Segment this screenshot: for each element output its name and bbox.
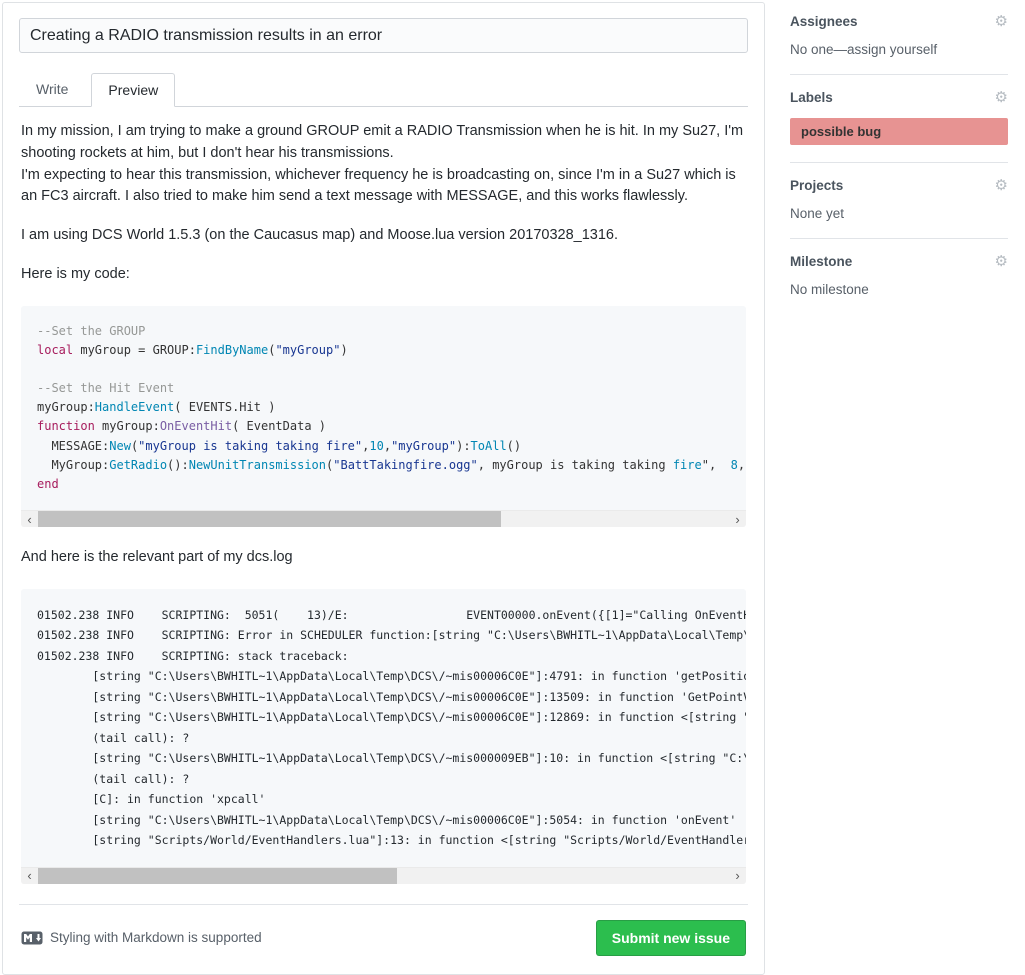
preview-body: In my mission, I am trying to make a gro… bbox=[19, 107, 748, 884]
assignees-title: Assignees bbox=[790, 14, 858, 29]
sidebar-section-projects: Projects ⚙ None yet bbox=[790, 178, 1008, 239]
markdown-note-label: Styling with Markdown is supported bbox=[50, 930, 262, 945]
preview-paragraphs: In my mission, I am trying to make a gro… bbox=[21, 121, 746, 286]
issue-title-input[interactable] bbox=[19, 18, 748, 53]
log-block: 01502.238 INFO SCRIPTING: 5051( 13)/E: E… bbox=[21, 589, 746, 884]
form-footer: Styling with Markdown is supported Submi… bbox=[19, 904, 748, 962]
code-content: --Set the GROUPlocal myGroup = GROUP:Fin… bbox=[21, 306, 746, 511]
projects-title: Projects bbox=[790, 178, 843, 193]
labels-title: Labels bbox=[790, 90, 833, 105]
tab-preview[interactable]: Preview bbox=[91, 73, 175, 107]
scroll-right-icon[interactable]: › bbox=[729, 511, 746, 527]
code-block: --Set the GROUPlocal myGroup = GROUP:Fin… bbox=[21, 306, 746, 528]
gear-icon[interactable]: ⚙ bbox=[995, 14, 1008, 29]
code-scroll-track[interactable] bbox=[38, 511, 729, 527]
paragraph: In my mission, I am trying to make a gro… bbox=[21, 121, 746, 208]
write-preview-tabnav: Write Preview bbox=[19, 72, 748, 107]
code-horizontal-scrollbar[interactable]: ‹ › bbox=[21, 510, 746, 527]
paragraph: Here is my code: bbox=[21, 264, 746, 286]
milestone-title: Milestone bbox=[790, 254, 852, 269]
gear-icon[interactable]: ⚙ bbox=[995, 254, 1008, 269]
projects-value: None yet bbox=[790, 206, 1008, 221]
gear-icon[interactable]: ⚙ bbox=[995, 178, 1008, 193]
sidebar-section-labels: Labels ⚙ possible bug bbox=[790, 90, 1008, 163]
gear-icon[interactable]: ⚙ bbox=[995, 90, 1008, 105]
paragraph: I am using DCS World 1.5.3 (on the Cauca… bbox=[21, 225, 746, 247]
sidebar-section-assignees: Assignees ⚙ No one—assign yourself bbox=[790, 14, 1008, 75]
log-scroll-track[interactable] bbox=[38, 868, 729, 884]
log-intro-text: And here is the relevant part of my dcs.… bbox=[21, 547, 746, 569]
markdown-support-link[interactable]: Styling with Markdown is supported bbox=[21, 930, 262, 945]
submit-new-issue-button[interactable]: Submit new issue bbox=[596, 920, 746, 956]
markdown-icon bbox=[21, 931, 43, 945]
scroll-left-icon[interactable]: ‹ bbox=[21, 511, 38, 527]
code-scroll-thumb[interactable] bbox=[38, 511, 501, 527]
log-content: 01502.238 INFO SCRIPTING: 5051( 13)/E: E… bbox=[21, 589, 746, 867]
tab-write[interactable]: Write bbox=[19, 72, 85, 106]
label-chip-possible-bug[interactable]: possible bug bbox=[790, 118, 1008, 145]
sidebar-section-milestone: Milestone ⚙ No milestone bbox=[790, 254, 1008, 314]
milestone-value: No milestone bbox=[790, 282, 1008, 297]
new-issue-form: Write Preview In my mission, I am trying… bbox=[2, 2, 765, 975]
scroll-left-icon[interactable]: ‹ bbox=[21, 868, 38, 884]
log-horizontal-scrollbar[interactable]: ‹ › bbox=[21, 867, 746, 884]
assignees-value[interactable]: No one—assign yourself bbox=[790, 42, 1008, 57]
issue-sidebar: Assignees ⚙ No one—assign yourself Label… bbox=[790, 14, 1008, 329]
log-scroll-thumb[interactable] bbox=[38, 868, 397, 884]
scroll-right-icon[interactable]: › bbox=[729, 868, 746, 884]
